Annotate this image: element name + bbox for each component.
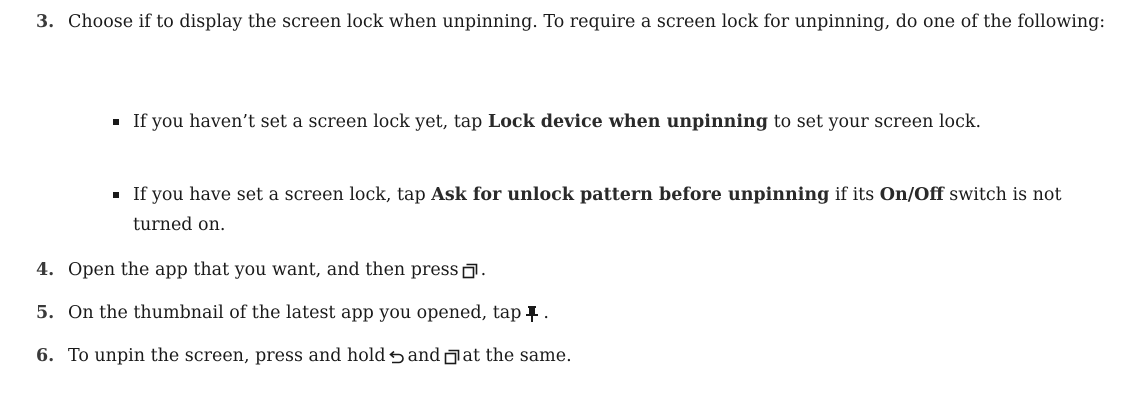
bullet-item-unlock-pattern: If you have set a screen lock, tap Ask f… (113, 180, 1103, 240)
bullet-marker (113, 192, 119, 198)
text-segment: . (543, 303, 549, 323)
step-text: Choose if to display the screen lock whe… (68, 12, 1106, 32)
document-page: 3. Choose if to display the screen lock … (0, 0, 1127, 405)
step-number: 3. (36, 12, 55, 32)
text-segment: If you haven’t set a screen lock yet, ta… (133, 112, 488, 132)
step-text: On the thumbnail of the latest app you o… (68, 298, 1106, 328)
back-icon (388, 350, 405, 364)
bullet-text: If you have set a screen lock, tap Ask f… (133, 180, 1103, 240)
bold-label: Ask for unlock pattern before unpinning (431, 185, 830, 205)
step-number: 4. (36, 260, 55, 280)
bold-label: On/Off (879, 185, 944, 205)
bullet-marker (113, 119, 119, 125)
bold-label: Lock device when unpinning (487, 112, 768, 132)
text-segment: if its (829, 185, 880, 205)
recent-apps-icon (462, 263, 478, 279)
text-segment: Open the app that you want, and then pre… (68, 260, 459, 280)
step-5: 5. On the thumbnail of the latest app yo… (36, 298, 1106, 328)
step-number: 5. (36, 303, 55, 323)
text-segment: . (480, 260, 487, 280)
text-segment: to set your screen lock. (768, 112, 982, 132)
text-segment: and (407, 346, 441, 366)
text-segment: To unpin the screen, press and hold (68, 346, 386, 366)
step-4: 4. Open the app that you want, and then … (36, 255, 1106, 285)
step-text: Open the app that you want, and then pre… (68, 255, 1106, 285)
recent-apps-icon (444, 349, 460, 365)
text-segment: If you have set a screen lock, tap (133, 185, 432, 205)
bullet-item-lock-device: If you haven’t set a screen lock yet, ta… (113, 107, 1103, 137)
pin-icon (524, 305, 540, 323)
bullet-text: If you haven’t set a screen lock yet, ta… (133, 107, 1103, 137)
text-segment: On the thumbnail of the latest app you o… (68, 303, 522, 323)
step-text: To unpin the screen, press and hold and at… (68, 341, 1106, 371)
step-3: 3. Choose if to display the screen lock … (36, 7, 1106, 37)
step-6: 6. To unpin the screen, press and hold an… (36, 341, 1106, 371)
step-number: 6. (36, 346, 55, 366)
text-segment: at the same. (462, 346, 572, 366)
